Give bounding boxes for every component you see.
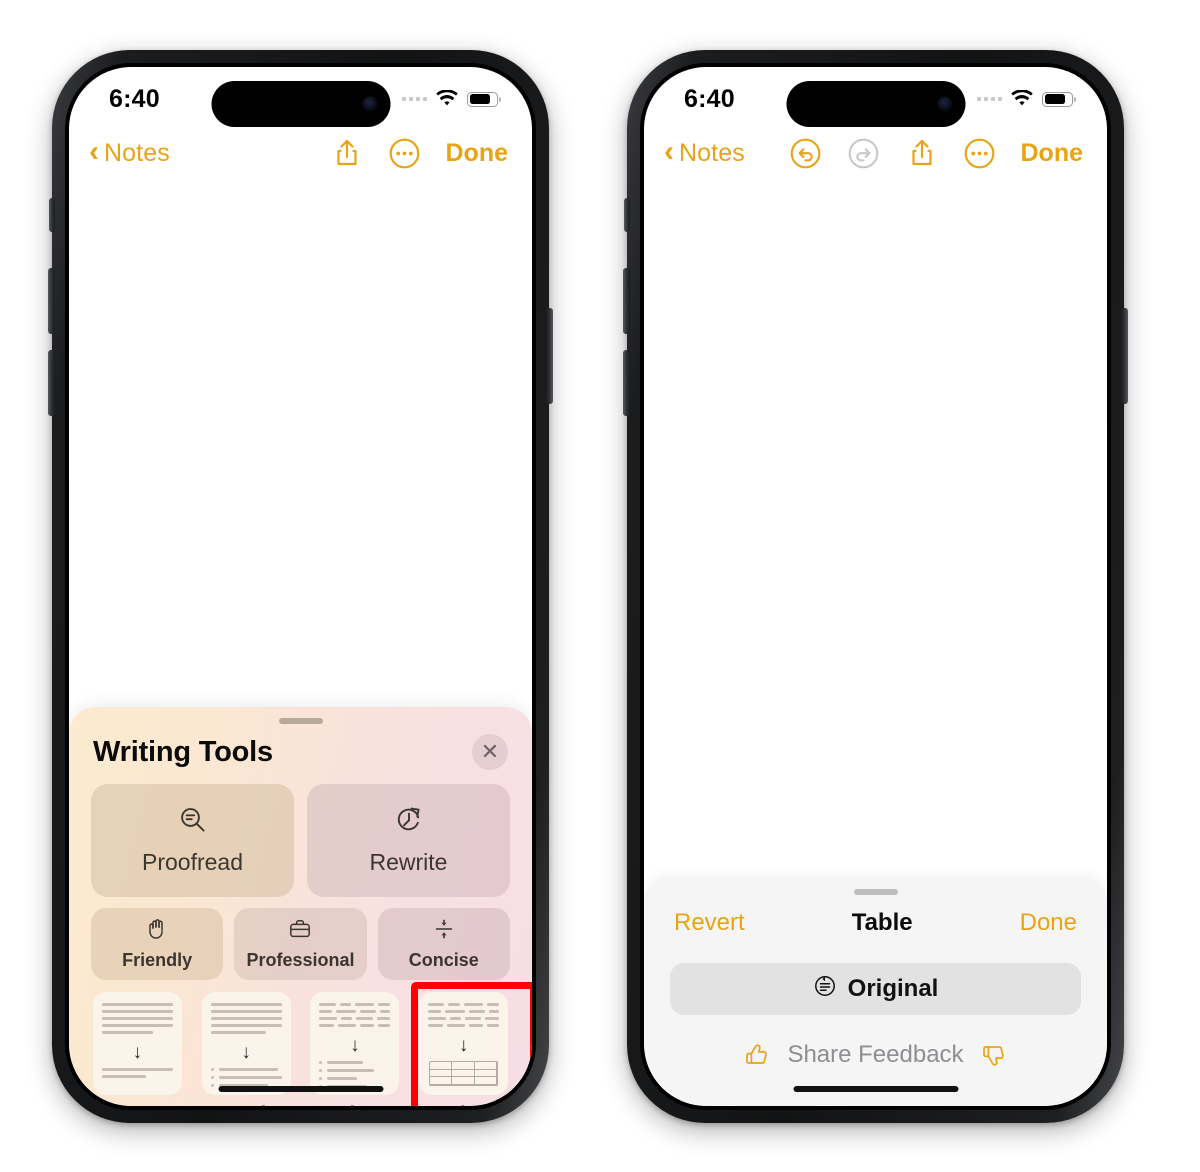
wifi-icon <box>1010 90 1034 108</box>
writing-tools-header: Writing Tools ✕ <box>69 724 532 770</box>
original-revert-icon <box>813 974 837 1005</box>
status-indicators <box>977 90 1076 108</box>
proofread-button[interactable]: Proofread <box>91 784 294 897</box>
status-indicators <box>402 90 501 108</box>
proofread-label: Proofread <box>141 849 243 875</box>
waving-hand-icon <box>145 917 169 946</box>
professional-label: Professional <box>246 950 355 970</box>
status-clock: 6:40 <box>684 84 735 113</box>
battery-icon <box>1042 91 1076 107</box>
writing-tools-primary-row: Proofread Rewrite <box>69 770 532 897</box>
rewrite-button[interactable]: Rewrite <box>307 784 510 897</box>
proofread-magnifier-icon <box>178 805 208 840</box>
done-button[interactable]: Done <box>1021 139 1084 168</box>
original-button[interactable]: Original <box>670 963 1081 1015</box>
home-indicator[interactable] <box>793 1086 958 1092</box>
volume-down-button[interactable] <box>48 350 55 416</box>
table-doc-icon: ↓ <box>419 992 509 1095</box>
ellipsis-circle-icon[interactable] <box>963 136 997 170</box>
dynamic-island <box>211 81 390 127</box>
summary-doc-icon: ↓ <box>92 992 182 1095</box>
undo-arrow-icon[interactable] <box>789 136 823 170</box>
rewrite-clock-arrow-icon <box>394 805 424 840</box>
back-to-notes-button[interactable]: ‹ Notes <box>664 134 745 168</box>
screenshot-canvas: 6:40 ‹ Notes Done Writing Tools ✕ Proofr… <box>0 0 1200 1172</box>
original-label: Original <box>847 975 939 1002</box>
power-button[interactable] <box>546 308 553 404</box>
battery-icon <box>467 91 501 107</box>
left-phone-screen: 6:40 ‹ Notes Done Writing Tools ✕ Proofr… <box>69 67 532 1106</box>
rewrite-label: Rewrite <box>369 849 448 875</box>
list-doc-icon: ↓ <box>310 992 400 1095</box>
writing-tools-title: Writing Tools <box>93 735 273 768</box>
status-clock: 6:40 <box>109 84 160 113</box>
writing-tools-sheet: Writing Tools ✕ Proofread Rewrite Friend… <box>69 707 532 1106</box>
home-indicator[interactable] <box>218 1086 383 1092</box>
volume-up-button[interactable] <box>623 268 630 334</box>
close-icon[interactable]: ✕ <box>472 734 508 770</box>
volume-up-button[interactable] <box>48 268 55 334</box>
right-phone-device: 6:40 ‹ Notes Done Revert Table Done Orig… <box>623 50 1128 1123</box>
cellular-dots-icon <box>402 97 427 101</box>
key-points-label: Key Points <box>198 1102 294 1106</box>
concise-label: Concise <box>408 950 479 970</box>
friendly-button[interactable]: Friendly <box>91 908 224 980</box>
redo-arrow-icon[interactable] <box>847 136 881 170</box>
share-feedback-label[interactable]: Share Feedback <box>787 1041 963 1069</box>
thumbs-down-icon[interactable] <box>980 1041 1008 1069</box>
right-nav-toolbar: ‹ Notes Done <box>644 125 1107 181</box>
writing-tools-tone-row: Friendly Professional Concise <box>69 897 532 980</box>
professional-button[interactable]: Professional <box>234 908 367 980</box>
revert-button[interactable]: Revert <box>674 909 745 937</box>
share-icon[interactable] <box>330 136 364 170</box>
back-to-notes-button[interactable]: ‹ Notes <box>89 134 170 168</box>
table-button[interactable]: ↓ Table <box>409 992 518 1106</box>
thumbs-up-icon[interactable] <box>743 1041 771 1069</box>
cellular-dots-icon <box>977 97 1002 101</box>
silent-switch[interactable] <box>624 198 630 232</box>
table-sheet-header: Revert Table Done <box>644 895 1107 937</box>
left-nav-toolbar: ‹ Notes Done <box>69 125 532 181</box>
table-label: Table <box>440 1102 487 1106</box>
chevron-left-icon: ‹ <box>664 134 674 168</box>
power-button[interactable] <box>1121 308 1128 404</box>
back-label: Notes <box>679 138 745 167</box>
table-result-sheet: Revert Table Done Original Share Feedbac… <box>644 879 1107 1106</box>
dynamic-island <box>786 81 965 127</box>
compress-arrows-icon <box>432 917 456 946</box>
done-button[interactable]: Done <box>446 139 509 168</box>
concise-button[interactable]: Concise <box>377 908 510 980</box>
list-label: List <box>338 1102 371 1106</box>
sheet-done-button[interactable]: Done <box>1020 909 1077 937</box>
silent-switch[interactable] <box>49 198 55 232</box>
volume-down-button[interactable] <box>623 350 630 416</box>
chevron-left-icon: ‹ <box>89 134 99 168</box>
friendly-label: Friendly <box>122 950 193 970</box>
summary-button[interactable]: ↓ Summary <box>83 992 192 1106</box>
right-phone-bezel: 6:40 ‹ Notes Done Revert Table Done Orig… <box>640 63 1111 1110</box>
left-phone-device: 6:40 ‹ Notes Done Writing Tools ✕ Proofr… <box>48 50 553 1123</box>
back-label: Notes <box>104 138 170 167</box>
ellipsis-circle-icon[interactable] <box>388 136 422 170</box>
right-phone-screen: 6:40 ‹ Notes Done Revert Table Done Orig… <box>644 67 1107 1106</box>
share-feedback-row: Share Feedback <box>644 1041 1107 1069</box>
wifi-icon <box>435 90 459 108</box>
key-points-doc-icon: ↓ <box>201 992 291 1095</box>
share-icon[interactable] <box>905 136 939 170</box>
briefcase-icon <box>288 917 312 946</box>
summary-label: Summary <box>95 1102 179 1106</box>
left-phone-bezel: 6:40 ‹ Notes Done Writing Tools ✕ Proofr… <box>65 63 536 1110</box>
sheet-title: Table <box>851 909 913 936</box>
